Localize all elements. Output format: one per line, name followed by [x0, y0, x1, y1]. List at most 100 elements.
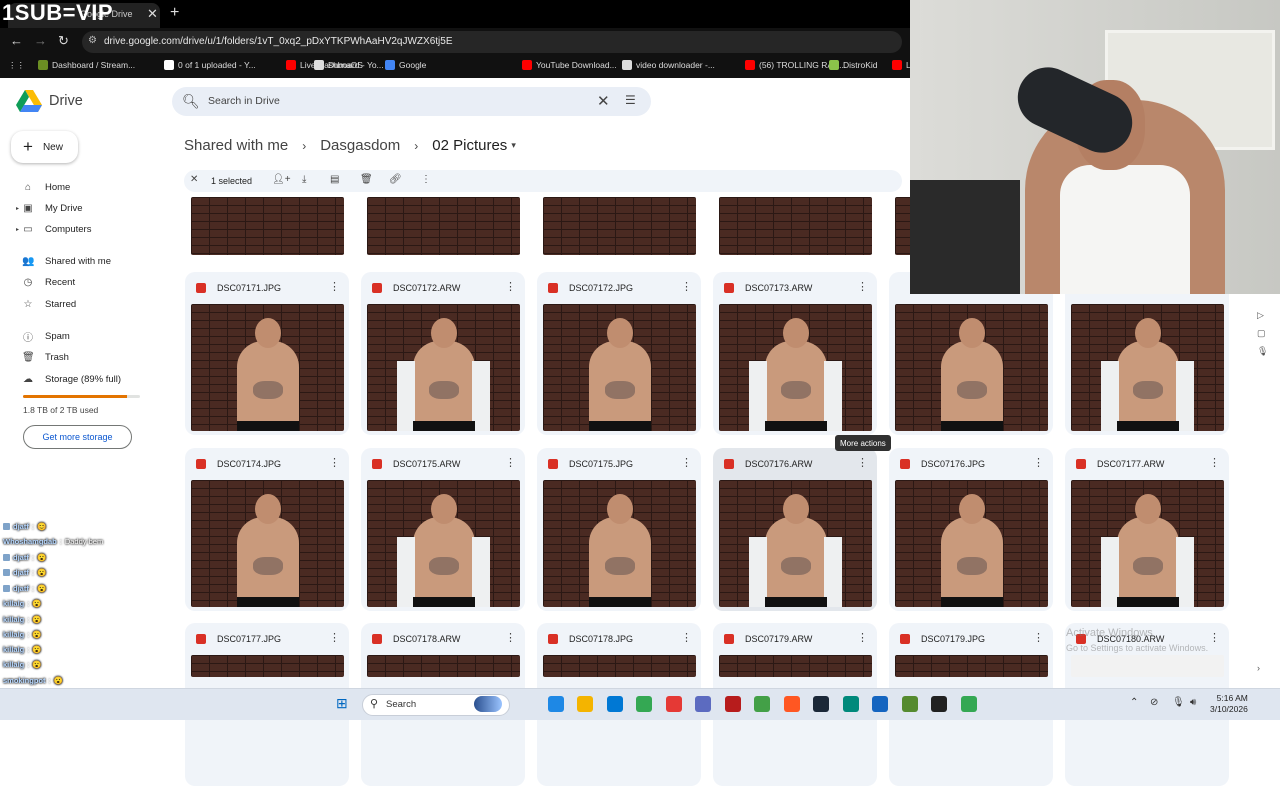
more-vert-icon[interactable]: ⋮: [421, 174, 431, 185]
file-card[interactable]: DSC07176.JPG ⋮: [889, 448, 1053, 611]
taskbar-clock[interactable]: 5:16 AM 3/10/2026: [1210, 693, 1248, 715]
taskbar-app-icon[interactable]: [872, 696, 888, 712]
sidebar-item-trash[interactable]: 🗑 Trash: [0, 347, 170, 367]
file-thumbnail[interactable]: [895, 304, 1048, 431]
thumbnail-partial[interactable]: [191, 197, 344, 255]
file-card[interactable]: DSC07172.ARW ⋮: [361, 272, 525, 435]
bookmark-item[interactable]: YouTube Download...: [522, 60, 617, 70]
file-card[interactable]: DSC07175.JPG ⋮: [537, 448, 701, 611]
taskbar-app-icon[interactable]: [474, 696, 502, 712]
breadcrumb-shared[interactable]: Shared with me: [184, 137, 288, 154]
caret-down-icon[interactable]: ▾: [511, 140, 516, 151]
file-card[interactable]: DSC07176.ARW ⋮: [713, 448, 877, 611]
expand-caret-icon[interactable]: ▸: [16, 205, 19, 212]
file-thumbnail[interactable]: [543, 304, 696, 431]
taskbar-app-icon[interactable]: [724, 696, 741, 712]
file-thumbnail[interactable]: [191, 304, 344, 431]
file-thumbnail[interactable]: [1071, 304, 1224, 431]
get-more-storage-button[interactable]: Get more storage: [23, 425, 132, 449]
thumbnail-partial[interactable]: [1071, 655, 1224, 677]
file-card[interactable]: [889, 272, 1053, 435]
file-thumbnail[interactable]: [367, 304, 520, 431]
thumbnail-partial[interactable]: [543, 655, 696, 677]
taskbar-app-icon[interactable]: [606, 696, 623, 712]
share-icon[interactable]: 👤︎+: [272, 174, 291, 185]
thumbnail-partial[interactable]: [719, 655, 872, 677]
breadcrumb-folder[interactable]: Dasgasdom: [320, 137, 400, 154]
file-card[interactable]: DSC07171.JPG ⋮: [185, 272, 349, 435]
back-icon[interactable]: ←: [10, 33, 23, 48]
thumbnail-partial[interactable]: [895, 655, 1048, 677]
file-card[interactable]: DSC07175.ARW ⋮: [361, 448, 525, 611]
chevron-right-icon[interactable]: ›: [1257, 663, 1260, 673]
file-card[interactable]: DSC07174.JPG ⋮: [185, 448, 349, 611]
more-vert-icon[interactable]: ⋮: [681, 631, 692, 644]
more-vert-icon[interactable]: ⋮: [329, 631, 340, 644]
volume-icon[interactable]: 🔊︎: [1190, 697, 1196, 708]
more-vert-icon[interactable]: ⋮: [681, 456, 692, 469]
sidebar-item-clock[interactable]: ◷ Recent: [0, 272, 170, 292]
windows-start-icon[interactable]: ⊞: [336, 695, 348, 712]
file-card[interactable]: DSC07172.JPG ⋮: [537, 272, 701, 435]
more-vert-icon[interactable]: ⋮: [329, 456, 340, 469]
file-thumbnail[interactable]: [543, 480, 696, 607]
thumbnail-partial[interactable]: [543, 197, 696, 255]
bookmark-item[interactable]: 0 of 1 uploaded - Y...: [164, 60, 256, 70]
thumbnail-partial[interactable]: [191, 655, 344, 677]
file-card[interactable]: DSC07177.ARW ⋮: [1065, 448, 1229, 611]
taskbar-app-icon[interactable]: [665, 696, 682, 712]
file-thumbnail[interactable]: [1071, 480, 1224, 607]
bookmark-item[interactable]: Dashboard / Stream...: [38, 60, 135, 70]
download-icon[interactable]: ⤓: [302, 174, 306, 185]
side-panel-chat-icon[interactable]: ▢: [1257, 328, 1266, 339]
taskbar-app-icon[interactable]: [577, 696, 593, 712]
file-thumbnail[interactable]: [895, 480, 1048, 607]
file-card[interactable]: [1065, 272, 1229, 435]
more-vert-icon[interactable]: ⋮: [857, 631, 868, 644]
search-icon[interactable]: 🔍︎: [182, 93, 200, 110]
drive-logo-icon[interactable]: [16, 90, 42, 112]
forward-icon[interactable]: →: [34, 33, 47, 48]
sidebar-item-spam[interactable]: ⓘ Spam: [0, 326, 170, 346]
taskbar-app-icon[interactable]: [636, 696, 652, 712]
sidebar-item-cloud[interactable]: ☁ Storage (89% full): [0, 369, 170, 389]
taskbar-app-icon[interactable]: [931, 696, 947, 712]
reload-icon[interactable]: ↻: [58, 33, 69, 49]
thumbnail-partial[interactable]: [367, 197, 520, 255]
taskbar-app-icon[interactable]: [547, 696, 564, 712]
more-vert-icon[interactable]: ⋮: [681, 280, 692, 293]
more-vert-icon[interactable]: ⋮: [329, 280, 340, 293]
side-panel-mic-icon[interactable]: 🎙︎: [1257, 346, 1268, 357]
taskbar-app-icon[interactable]: [813, 696, 829, 712]
file-thumbnail[interactable]: [191, 480, 344, 607]
search-icon[interactable]: ⚲: [370, 697, 378, 710]
sidebar-item-star[interactable]: ☆ Starred: [0, 294, 170, 314]
more-vert-icon[interactable]: ⋮: [1033, 456, 1044, 469]
link-icon[interactable]: 🔗︎: [389, 174, 402, 185]
thumbnail-partial[interactable]: [719, 197, 872, 255]
taskbar-app-icon[interactable]: [901, 696, 918, 712]
bookmark-item[interactable]: DistroKid: [829, 60, 877, 70]
bookmark-item[interactable]: video downloader -...: [622, 60, 715, 70]
taskbar-app-icon[interactable]: [695, 696, 711, 712]
search-input[interactable]: Search in Drive: [208, 95, 280, 107]
network-icon[interactable]: ⊘: [1150, 697, 1158, 708]
file-card[interactable]: DSC07173.ARW ⋮: [713, 272, 877, 435]
mic-icon[interactable]: 🎙︎: [1172, 697, 1185, 708]
more-vert-icon[interactable]: ⋮: [505, 456, 516, 469]
new-tab-icon[interactable]: +: [170, 4, 179, 22]
filter-icon[interactable]: ☰: [625, 93, 636, 107]
new-button[interactable]: + New: [11, 131, 78, 163]
sidebar-item-computers[interactable]: ▸ ▭ Computers: [0, 219, 170, 239]
more-vert-icon[interactable]: ⋮: [857, 456, 868, 469]
more-vert-icon[interactable]: ⋮: [505, 631, 516, 644]
more-vert-icon[interactable]: ⋮: [1033, 631, 1044, 644]
sidebar-item-home[interactable]: ⌂ Home: [0, 177, 170, 197]
file-thumbnail[interactable]: [719, 304, 872, 431]
site-info-icon[interactable]: ⚙: [88, 35, 97, 46]
more-vert-icon[interactable]: ⋮: [1209, 456, 1220, 469]
more-vert-icon[interactable]: ⋮: [857, 280, 868, 293]
taskbar-app-icon[interactable]: [754, 696, 770, 712]
expand-caret-icon[interactable]: ▸: [16, 226, 19, 233]
tab-close-icon[interactable]: ✕: [147, 6, 158, 22]
